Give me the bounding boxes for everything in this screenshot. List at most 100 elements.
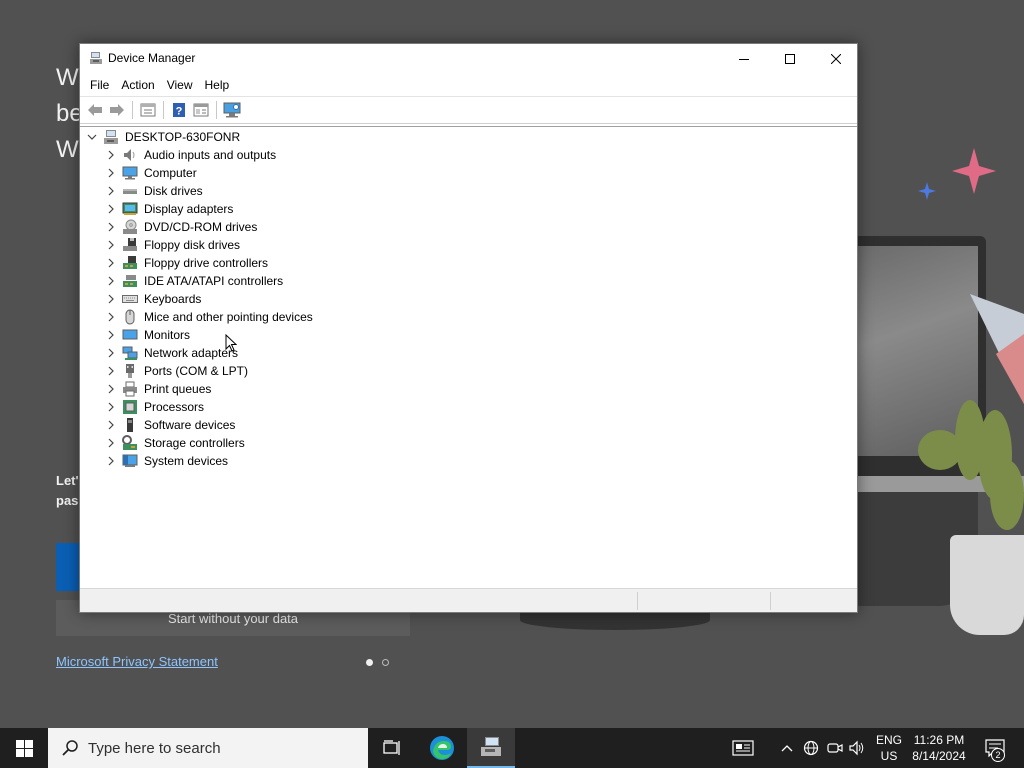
chevron-right-icon[interactable] <box>104 292 118 306</box>
forward-button[interactable] <box>106 99 128 121</box>
tree-item-floppy-disk-drives[interactable]: Floppy disk drives <box>104 236 240 254</box>
clock[interactable]: 11:26 PM 8/14/2024 <box>906 732 972 764</box>
tree-item-disk-drives[interactable]: Disk drives <box>104 182 203 200</box>
device-manager-icon <box>90 52 102 64</box>
chevron-right-icon[interactable] <box>104 166 118 180</box>
device-tree: DESKTOP-630FONR Audio inputs and outputs… <box>80 126 857 588</box>
tree-item-mice[interactable]: Mice and other pointing devices <box>104 308 313 326</box>
background-heading-line-1: W <box>56 64 79 91</box>
mouse-icon <box>122 309 138 325</box>
tree-root[interactable]: DESKTOP-630FONR <box>85 128 240 146</box>
chevron-right-icon[interactable] <box>104 364 118 378</box>
tree-item-monitors[interactable]: Monitors <box>104 326 190 344</box>
tree-item-audio[interactable]: Audio inputs and outputs <box>104 146 276 164</box>
processor-icon <box>122 399 138 415</box>
chevron-right-icon[interactable] <box>104 274 118 288</box>
volume-button[interactable] <box>848 738 868 758</box>
chevron-right-icon[interactable] <box>104 220 118 234</box>
meet-now-button[interactable] <box>825 738 845 758</box>
cactus-graphic <box>990 460 1024 530</box>
menu-action[interactable]: Action <box>115 75 160 95</box>
chevron-right-icon[interactable] <box>104 436 118 450</box>
software-device-icon <box>122 417 138 433</box>
carousel-dot-active[interactable] <box>366 659 373 666</box>
chevron-right-icon[interactable] <box>104 382 118 396</box>
menu-bar: File Action View Help <box>80 74 857 96</box>
toolbar-separator <box>132 101 133 119</box>
globe-icon <box>803 740 819 756</box>
edge-icon <box>430 736 454 760</box>
tree-item-network-adapters[interactable]: Network adapters <box>104 344 238 362</box>
details-button[interactable] <box>190 99 212 121</box>
help-button[interactable]: ? <box>168 99 190 121</box>
carousel-dot[interactable] <box>382 659 389 666</box>
chevron-down-icon[interactable] <box>85 130 99 144</box>
close-button[interactable] <box>813 44 859 73</box>
tree-item-software-devices[interactable]: Software devices <box>104 416 235 434</box>
tree-item-keyboards[interactable]: Keyboards <box>104 290 201 308</box>
volume-icon <box>849 740 864 756</box>
tree-item-label: Floppy disk drives <box>144 238 241 252</box>
tree-item-print-queues[interactable]: Print queues <box>104 380 211 398</box>
tree-item-label: Display adapters <box>144 202 234 216</box>
background-text-line-1: Let' <box>56 473 79 488</box>
menu-help[interactable]: Help <box>199 75 236 95</box>
chevron-right-icon[interactable] <box>104 418 118 432</box>
back-icon <box>88 104 102 116</box>
task-view-icon <box>383 740 400 755</box>
title-bar[interactable]: Device Manager <box>80 44 857 74</box>
network-tray-button[interactable] <box>801 738 821 758</box>
maximize-button[interactable] <box>767 44 813 73</box>
properties-icon <box>140 103 156 117</box>
details-icon <box>193 103 209 117</box>
chevron-right-icon[interactable] <box>104 454 118 468</box>
device-manager-taskbar-button[interactable] <box>467 728 515 768</box>
scan-hardware-button[interactable] <box>221 99 243 121</box>
tree-item-system-devices[interactable]: System devices <box>104 452 228 470</box>
chevron-right-icon[interactable] <box>104 148 118 162</box>
plant-pot-graphic <box>950 535 1024 635</box>
news-widget-button[interactable] <box>731 738 755 758</box>
tree-item-label: Floppy drive controllers <box>144 256 269 270</box>
chevron-right-icon[interactable] <box>104 346 118 360</box>
taskbar: Type here to search ENG US 11:26 PM 8/14… <box>0 728 1024 768</box>
tree-item-label: System devices <box>144 454 229 468</box>
tree-item-ports[interactable]: Ports (COM & LPT) <box>104 362 248 380</box>
properties-button[interactable] <box>137 99 159 121</box>
status-separator <box>637 592 638 610</box>
news-icon <box>732 740 754 756</box>
tree-item-ide-controllers[interactable]: IDE ATA/ATAPI controllers <box>104 272 283 290</box>
tree-root-label: DESKTOP-630FONR <box>125 130 241 144</box>
task-view-button[interactable] <box>368 728 416 768</box>
menu-file[interactable]: File <box>84 75 115 95</box>
chevron-right-icon[interactable] <box>104 328 118 342</box>
tree-item-storage-controllers[interactable]: Storage controllers <box>104 434 245 452</box>
disk-drive-icon <box>122 183 138 199</box>
show-hidden-icons-button[interactable] <box>777 738 797 758</box>
taskbar-search-box[interactable]: Type here to search <box>48 728 368 768</box>
sparkle-graphic <box>918 148 996 200</box>
language-code: ENG <box>875 733 902 747</box>
menu-view[interactable]: View <box>161 75 199 95</box>
back-button[interactable] <box>84 99 106 121</box>
language-indicator[interactable]: ENG US <box>872 732 906 764</box>
privacy-statement-link[interactable]: Microsoft Privacy Statement <box>56 654 218 669</box>
chevron-right-icon[interactable] <box>104 202 118 216</box>
clock-date: 8/14/2024 <box>912 749 966 763</box>
chevron-right-icon[interactable] <box>104 256 118 270</box>
tree-item-computer[interactable]: Computer <box>104 164 197 182</box>
tree-item-processors[interactable]: Processors <box>104 398 204 416</box>
tree-item-label: Mice and other pointing devices <box>144 310 313 324</box>
tree-item-floppy-drive-controllers[interactable]: Floppy drive controllers <box>104 254 268 272</box>
chevron-right-icon[interactable] <box>104 400 118 414</box>
tree-item-display-adapters[interactable]: Display adapters <box>104 200 233 218</box>
help-icon: ? <box>173 103 185 118</box>
tree-item-dvd-drives[interactable]: DVD/CD-ROM drives <box>104 218 257 236</box>
chevron-right-icon[interactable] <box>104 310 118 324</box>
edge-taskbar-button[interactable] <box>418 728 466 768</box>
start-button[interactable] <box>0 728 48 768</box>
minimize-button[interactable] <box>721 44 767 73</box>
computer-icon <box>103 129 119 145</box>
chevron-right-icon[interactable] <box>104 238 118 252</box>
chevron-right-icon[interactable] <box>104 184 118 198</box>
